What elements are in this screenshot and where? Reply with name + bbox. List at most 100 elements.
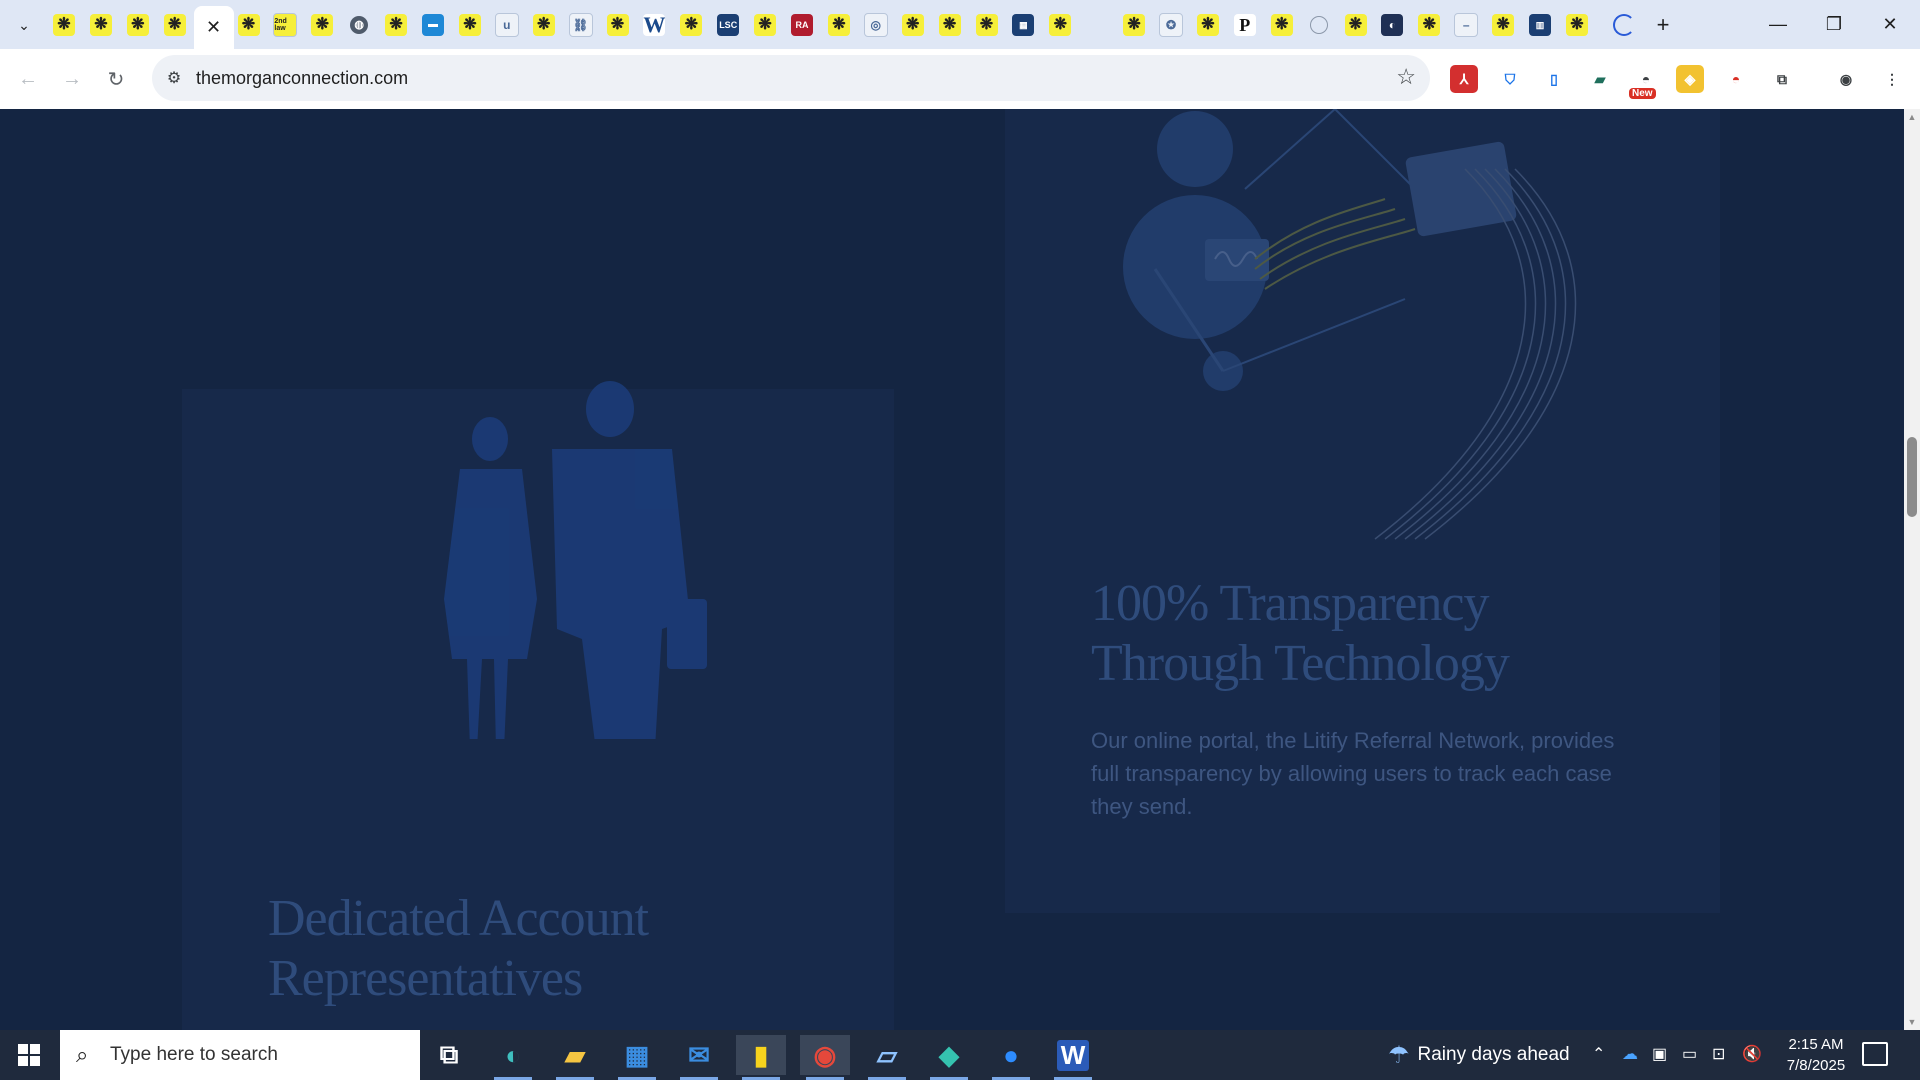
bookmark-star-icon[interactable]: ☆ xyxy=(1396,64,1416,90)
scroll-down-arrow-icon[interactable]: ▼ xyxy=(1904,1014,1920,1030)
browser-tab[interactable]: ❋ xyxy=(231,8,267,42)
browser-tab[interactable]: ⛓ xyxy=(563,8,599,42)
notification-center-icon[interactable] xyxy=(1862,1042,1888,1066)
browser-tab[interactable]: ◐ xyxy=(1374,8,1410,42)
browser-tab[interactable]: ✪ xyxy=(1153,8,1189,42)
browser-tab[interactable]: ▬ xyxy=(415,8,451,42)
new-extension-icon[interactable]: ◓ New xyxy=(1629,65,1660,99)
windows-start-button[interactable] xyxy=(0,1030,58,1080)
browser-tab[interactable]: ❋ xyxy=(378,8,414,42)
browser-tab[interactable]: ❋ xyxy=(1042,8,1078,42)
browser-tab[interactable]: ❋ xyxy=(452,8,488,42)
browser-tab[interactable]: ❋ xyxy=(1190,8,1226,42)
browser-tab[interactable]: ❋ xyxy=(46,8,82,42)
browser-tab[interactable] xyxy=(1301,8,1337,42)
browser-tab[interactable]: ❋ xyxy=(304,8,340,42)
close-icon[interactable]: ✕ xyxy=(206,17,221,38)
file-explorer-taskbar-button[interactable]: ▰ xyxy=(550,1035,600,1080)
wallet-icon[interactable]: ▰ xyxy=(1586,65,1614,93)
forward-button[interactable]: → xyxy=(56,63,88,95)
browser-tab[interactable] xyxy=(1079,8,1115,42)
puzzle-icon[interactable]: ⧉ xyxy=(1768,65,1796,93)
book-icon[interactable]: ▯ xyxy=(1540,65,1568,93)
battery-icon[interactable]: ▭ xyxy=(1682,1044,1697,1064)
profile-icon[interactable]: ◉ xyxy=(1832,65,1860,93)
browser-tab[interactable]: ❋ xyxy=(83,8,119,42)
restore-button[interactable]: ❐ xyxy=(1806,0,1862,48)
address-bar[interactable]: ⚙ themorganconnection.com ☆ xyxy=(152,55,1430,101)
tab-search-chevron-icon[interactable]: ⌄ xyxy=(8,10,40,40)
new-tab-button[interactable]: + xyxy=(1648,10,1678,40)
diamond-icon[interactable]: ◈ xyxy=(1676,65,1704,93)
scroll-up-arrow-icon[interactable]: ▲ xyxy=(1904,109,1920,125)
scrollbar-thumb[interactable] xyxy=(1907,437,1917,517)
browser-tab[interactable]: ❋ xyxy=(600,8,636,42)
network-icon[interactable]: ⊡ xyxy=(1712,1044,1725,1064)
kebab-menu-icon[interactable]: ⋮ xyxy=(1878,65,1906,93)
onedrive-cloud-icon[interactable]: ☁ xyxy=(1622,1044,1638,1064)
browser-tab[interactable]: ◎ xyxy=(858,8,894,42)
browser-tab[interactable]: ❋ xyxy=(120,8,156,42)
page-scrollbar[interactable]: ▲ ▼ xyxy=(1904,109,1920,1030)
mail-taskbar-button[interactable]: ✉ xyxy=(674,1035,724,1080)
edge-taskbar-button[interactable]: ◐ xyxy=(488,1035,538,1080)
representatives-card: Dedicated Account Representatives xyxy=(182,381,894,1030)
browser-tab[interactable]: LSC xyxy=(710,8,746,42)
notepad-taskbar-button[interactable]: ▱ xyxy=(862,1035,912,1080)
chrome-taskbar-button[interactable]: ◉ xyxy=(800,1035,850,1080)
browser-tab[interactable]: ❋ xyxy=(1264,8,1300,42)
show-hidden-icons-chevron-icon[interactable]: ⌃ xyxy=(1592,1044,1605,1064)
minimize-button[interactable]: — xyxy=(1750,0,1806,48)
pokeball-icon[interactable]: ◓ xyxy=(1722,65,1750,93)
loading-spinner-icon xyxy=(1613,14,1635,36)
browser-tab[interactable]: ▥ xyxy=(1522,8,1558,42)
browser-tab[interactable]: ❋ xyxy=(1338,8,1374,42)
store-taskbar-button[interactable]: ▦ xyxy=(612,1035,662,1080)
browser-tab[interactable]: ❋ xyxy=(1116,8,1152,42)
weather-widget[interactable]: ☂ Rainy days ahead xyxy=(1388,1030,1570,1080)
browser-tab[interactable]: ❋ xyxy=(1411,8,1447,42)
task-view-taskbar-button[interactable]: ⧉ xyxy=(424,1035,474,1075)
browser-tab[interactable]: ✕ xyxy=(193,6,234,49)
browser-tab[interactable]: ❋ xyxy=(1559,8,1595,42)
browser-tab-loading[interactable] xyxy=(1606,8,1642,42)
representatives-heading-line1: Dedicated Account xyxy=(268,890,649,947)
browser-tab[interactable]: ❋ xyxy=(526,8,562,42)
asterisk-icon: ❋ xyxy=(827,14,850,36)
browser-tab[interactable]: RA xyxy=(784,8,820,42)
close-window-button[interactable]: ✕ xyxy=(1862,0,1918,48)
clock-date: 7/8/2025 xyxy=(1786,1057,1846,1074)
browser-tab[interactable]: W xyxy=(636,8,672,42)
reload-button[interactable]: ↻ xyxy=(100,63,132,95)
browser-tab[interactable]: ❋ xyxy=(673,8,709,42)
browser-tab[interactable]: u xyxy=(489,8,525,42)
browser-tab[interactable]: ▦ xyxy=(1005,8,1041,42)
browser-tab[interactable]: ❋ xyxy=(747,8,783,42)
back-button[interactable]: ← xyxy=(12,63,44,95)
browser-tab[interactable]: ❋ xyxy=(932,8,968,42)
taskbar-search-box[interactable]: ⌕ Type here to search xyxy=(60,1030,420,1080)
browser-tab[interactable]: 2nd law xyxy=(267,8,303,42)
browser-tab[interactable]: ❋ xyxy=(157,8,193,42)
browser-tab[interactable]: ◍ xyxy=(341,8,377,42)
browser-tab[interactable]: P xyxy=(1227,8,1263,42)
browser-tab[interactable]: ❋ xyxy=(895,8,931,42)
system-clock[interactable]: 2:15 AM 7/8/2025 xyxy=(1776,1034,1856,1076)
asterisk-icon: ❋ xyxy=(1049,14,1072,36)
zoom-taskbar-button[interactable]: ● xyxy=(986,1035,1036,1080)
meet-now-icon[interactable]: ▣ xyxy=(1652,1044,1667,1064)
url-text[interactable]: themorganconnection.com xyxy=(196,68,408,89)
browser-tab[interactable]: ❋ xyxy=(969,8,1005,42)
circle-icon xyxy=(1309,16,1328,34)
asterisk-icon: ❋ xyxy=(680,14,703,36)
sticky-notes-taskbar-button[interactable]: ▮ xyxy=(736,1035,786,1080)
word-taskbar-button[interactable]: W xyxy=(1048,1035,1098,1080)
browser-tab[interactable]: ❋ xyxy=(1485,8,1521,42)
pdf-icon[interactable]: ⅄ xyxy=(1450,65,1478,93)
browser-tab[interactable]: ❋ xyxy=(821,8,857,42)
site-info-icon[interactable]: ⚙ xyxy=(160,64,188,92)
kite-taskbar-button[interactable]: ◆ xyxy=(924,1035,974,1080)
volume-muted-icon[interactable]: 🔇 xyxy=(1742,1044,1762,1064)
browser-tab[interactable]: – xyxy=(1448,8,1484,42)
shield-icon[interactable]: ⛉ xyxy=(1496,65,1524,93)
